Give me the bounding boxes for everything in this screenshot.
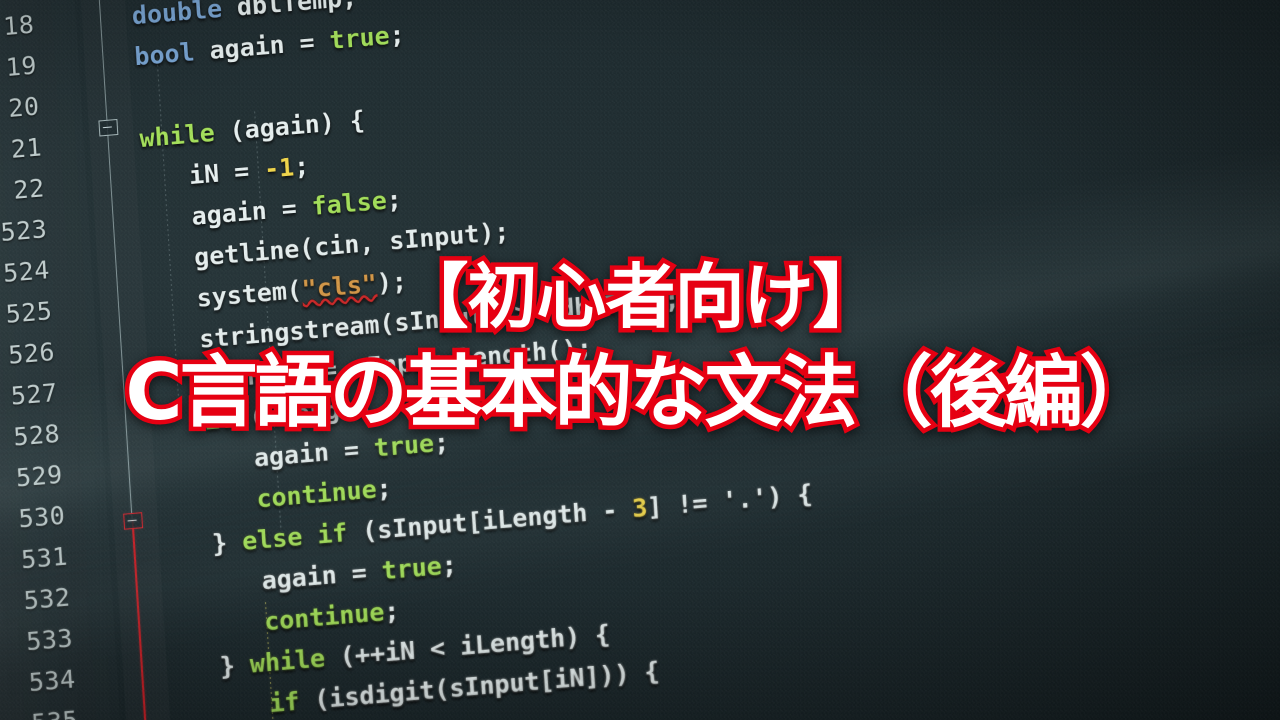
code-line: again = true; <box>253 427 450 473</box>
thumbnail-image: 1617181920212252352452552652752852953053… <box>0 0 1280 720</box>
line-number: 534 <box>28 664 77 698</box>
code-line: continue; <box>318 715 455 720</box>
line-number: 22 <box>12 173 46 205</box>
code-editor-photo: 1617181920212252352452552652752852953053… <box>0 0 1168 720</box>
line-number: 18 <box>2 9 36 42</box>
line-number: 528 <box>12 418 61 452</box>
line-number: 525 <box>4 296 54 329</box>
line-number: 20 <box>7 91 41 124</box>
code-line: again = true; <box>260 550 458 596</box>
line-number: 531 <box>20 541 69 575</box>
line-number: 19 <box>4 50 38 83</box>
code-line: system("cls"); <box>195 266 408 313</box>
code-line: bool again = true; <box>133 19 406 72</box>
line-number: 527 <box>9 377 59 411</box>
line-number: 21 <box>10 132 43 164</box>
code-line: iN = -1; <box>188 151 311 191</box>
line-number: 530 <box>17 500 67 534</box>
code-line: while (again) { <box>138 105 366 154</box>
fold-collapse-box-21[interactable] <box>98 118 119 137</box>
line-number: 533 <box>25 623 74 657</box>
code-line: continue; <box>263 595 401 637</box>
fold-collapse-box-528[interactable] <box>123 512 144 530</box>
line-number: 529 <box>15 459 64 493</box>
line-number: 532 <box>22 582 72 616</box>
indent-guide-1 <box>156 49 180 409</box>
line-number: 523 <box>0 214 49 248</box>
code-line: again = false; <box>190 184 403 232</box>
code-line: continue; <box>255 473 393 514</box>
line-number: 524 <box>2 255 51 288</box>
line-number: 526 <box>7 336 56 370</box>
